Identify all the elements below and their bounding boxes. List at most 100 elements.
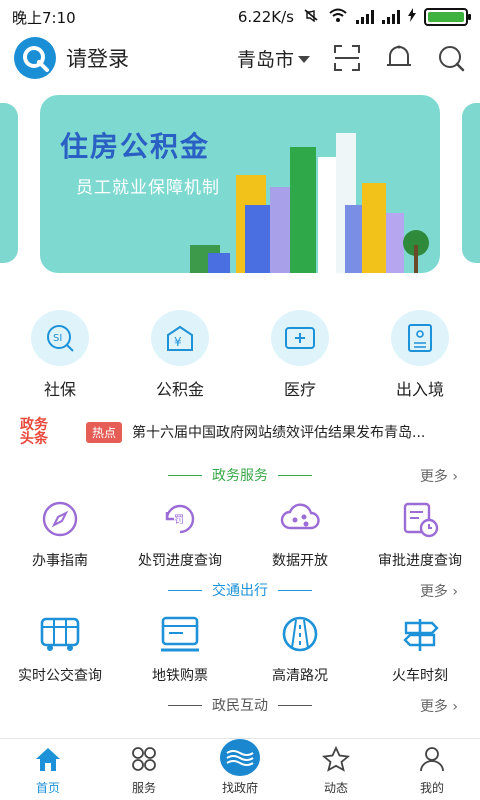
transport-label: 高清路况 (272, 668, 328, 684)
transport-label: 火车时刻 (392, 668, 448, 684)
penalty-icon: 罚 (159, 498, 201, 540)
road-icon (279, 613, 321, 655)
service-label: 数据开放 (272, 553, 328, 569)
section-interaction: 政民互动 更多 › (0, 692, 480, 718)
more-label: 更多 (419, 699, 448, 715)
provident-fund-icon: ¥ (151, 310, 209, 366)
compass-icon (39, 498, 81, 540)
quick-item-medical[interactable]: 医疗 (240, 310, 360, 400)
section-header: 政务服务 更多 › (0, 462, 480, 488)
app-logo-icon[interactable] (14, 37, 56, 79)
quick-item-provident-fund[interactable]: ¥ 公积金 (120, 310, 240, 400)
tab-label: 找政府 (221, 781, 258, 795)
chevron-right-icon: › (452, 469, 458, 485)
tab-label: 首页 (35, 781, 60, 795)
scan-icon[interactable] (332, 43, 362, 73)
headline-news[interactable]: 政务 头条 热点 第十六届中国政府网站绩效评估结果发布青岛... (20, 415, 460, 449)
section-title: 政民互动 (212, 698, 268, 714)
more-link[interactable]: 更多 › (420, 581, 458, 601)
city-selector[interactable]: 青岛市 (237, 45, 310, 72)
chevron-right-icon: › (452, 584, 458, 600)
tab-news[interactable]: 动态 (288, 739, 384, 800)
tab-label: 动态 (323, 781, 348, 795)
network-speed: 6.22K/s (237, 8, 294, 26)
more-link[interactable]: 更多 › (420, 466, 458, 486)
section-items: 办事指南 罚 处罚进度查询 数据开放 审批进度查询 (0, 498, 480, 570)
battery-icon (424, 8, 471, 26)
divider (168, 704, 202, 706)
tab-mine[interactable]: 我的 (384, 739, 480, 800)
search-icon[interactable] (436, 43, 466, 73)
approval-clock-icon (399, 498, 441, 540)
tab-find-government[interactable]: 找政府 (192, 739, 288, 800)
quick-label: 公积金 (155, 380, 204, 399)
transport-label: 地铁购票 (152, 668, 208, 684)
service-item-approval[interactable]: 审批进度查询 (360, 498, 480, 570)
svg-text:罚: 罚 (174, 514, 184, 526)
divider (168, 474, 202, 476)
government-icon (220, 739, 260, 776)
banner-next-card[interactable] (462, 103, 480, 263)
banner-slide[interactable]: 住房公积金 员工就业保障机制 (40, 95, 440, 273)
city-label: 青岛市 (236, 48, 294, 71)
login-link[interactable]: 请登录 (66, 43, 129, 73)
divider (278, 589, 312, 591)
gov-headline-logo: 政务 头条 (20, 418, 68, 446)
banner-carousel[interactable]: 住房公积金 员工就业保障机制 (0, 95, 480, 275)
banner-prev-card[interactable] (0, 103, 18, 263)
status-bar: 晚上7:10 6.22K/s (0, 0, 480, 34)
quick-item-exit-entry[interactable]: 出入境 (360, 310, 480, 400)
transport-item-subway[interactable]: 地铁购票 (120, 613, 240, 685)
more-link[interactable]: 更多 › (420, 696, 458, 716)
more-label: 更多 (419, 584, 448, 600)
quick-item-social-security[interactable]: SI 社保 (0, 310, 120, 400)
charging-icon (408, 8, 416, 26)
service-item-open-data[interactable]: 数据开放 (240, 498, 360, 570)
section-header: 交通出行 更多 › (0, 577, 480, 603)
grid-icon (130, 746, 158, 776)
logo-line-2: 头条 (20, 431, 48, 447)
signal-icon-2 (382, 10, 400, 24)
news-headline[interactable]: 第十六届中国政府网站绩效评估结果发布青岛... (132, 422, 452, 442)
svg-text:SI: SI (53, 333, 62, 344)
tab-home[interactable]: 首页 (0, 739, 96, 800)
divider (278, 474, 312, 476)
quick-label: 出入境 (395, 380, 444, 399)
medical-icon (271, 310, 329, 366)
status-icons: 6.22K/s (237, 7, 471, 27)
section-gov-services: 政务服务 更多 › 办事指南 罚 处罚进度查询 数据开放 审批进度查询 (0, 462, 480, 570)
transport-item-road[interactable]: 高清路况 (240, 613, 360, 685)
transport-item-train[interactable]: 火车时刻 (360, 613, 480, 685)
service-item-guide[interactable]: 办事指南 (0, 498, 120, 570)
chevron-right-icon: › (452, 699, 458, 715)
wifi-icon (328, 7, 348, 27)
tab-label: 服务 (131, 781, 156, 795)
transport-label: 实时公交查询 (18, 668, 102, 684)
city-buildings-illustration (190, 133, 429, 273)
quick-services: SI 社保 ¥ 公积金 医疗 出入境 (0, 310, 480, 400)
logo-line-1: 政务 (20, 417, 48, 433)
app-header: 请登录 青岛市 (0, 34, 480, 82)
signpost-icon (399, 613, 441, 655)
divider (168, 589, 202, 591)
bus-icon (39, 613, 81, 655)
quick-label: 医疗 (283, 380, 316, 399)
user-icon (418, 746, 446, 776)
home-icon (34, 746, 62, 776)
section-header: 政民互动 更多 › (0, 692, 480, 718)
status-time: 晚上7:10 (12, 8, 76, 27)
divider (278, 704, 312, 706)
service-item-penalty[interactable]: 罚 处罚进度查询 (120, 498, 240, 570)
section-transport: 交通出行 更多 › 实时公交查询 地铁购票 高清路况 火车时刻 (0, 577, 480, 685)
tab-services[interactable]: 服务 (96, 739, 192, 800)
bottom-tab-bar: 首页 服务 找政府 动态 我的 (0, 738, 480, 800)
subway-icon (159, 613, 201, 655)
more-label: 更多 (419, 469, 448, 485)
service-label: 办事指南 (32, 553, 88, 569)
transport-item-bus[interactable]: 实时公交查询 (0, 613, 120, 685)
passport-icon (391, 310, 449, 366)
section-title: 交通出行 (212, 583, 268, 599)
bell-icon[interactable] (384, 43, 414, 73)
section-title: 政务服务 (212, 468, 268, 484)
service-label: 审批进度查询 (378, 553, 462, 569)
